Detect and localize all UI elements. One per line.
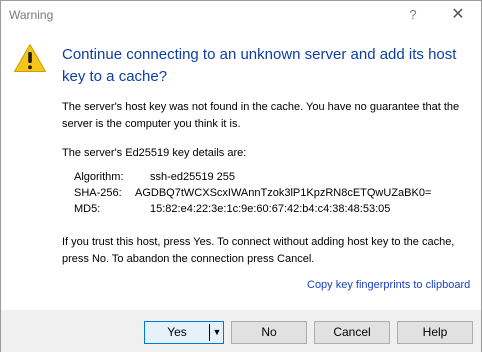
help-icon[interactable]: ? (401, 3, 425, 27)
cancel-button[interactable]: Cancel (314, 321, 390, 344)
dialog-heading: Continue connecting to an unknown server… (62, 46, 457, 85)
key-detail-label: Algorithm: (74, 171, 124, 183)
key-details-intro: The server's Ed25519 key details are: (62, 147, 247, 159)
key-detail-label: MD5: (74, 203, 101, 215)
instructions-message: If you trust this host, press Yes. To co… (62, 236, 455, 265)
title-bar[interactable]: Warning ? ✕ (1, 1, 481, 31)
key-detail-label: SHA-256: (74, 187, 122, 199)
yes-split-button[interactable]: Yes ▼ (144, 321, 224, 344)
no-button[interactable]: No (231, 321, 307, 344)
yes-button[interactable]: Yes (145, 322, 209, 343)
copy-fingerprints-link[interactable]: Copy key fingerprints to clipboard (307, 279, 470, 291)
host-key-warning-dialog: Warning ? ✕ Continue connecting to an un… (0, 0, 482, 352)
help-button[interactable]: Help (397, 321, 473, 344)
key-detail-value: AGDBQ7tWCXScxIWAnnTzok3lP1KpzRN8cETQwUZa… (135, 187, 432, 199)
warning-icon (14, 44, 46, 72)
close-icon[interactable]: ✕ (443, 3, 473, 27)
chevron-down-icon[interactable]: ▼ (210, 322, 224, 343)
key-detail-value: ssh-ed25519 255 (150, 171, 236, 183)
window-title: Warning (9, 8, 54, 22)
host-key-not-found-message: The server's host key was not found in t… (62, 101, 460, 130)
key-detail-value: 15:82:e4:22:3e:1c:9e:60:67:42:b4:c4:38:4… (150, 203, 391, 215)
